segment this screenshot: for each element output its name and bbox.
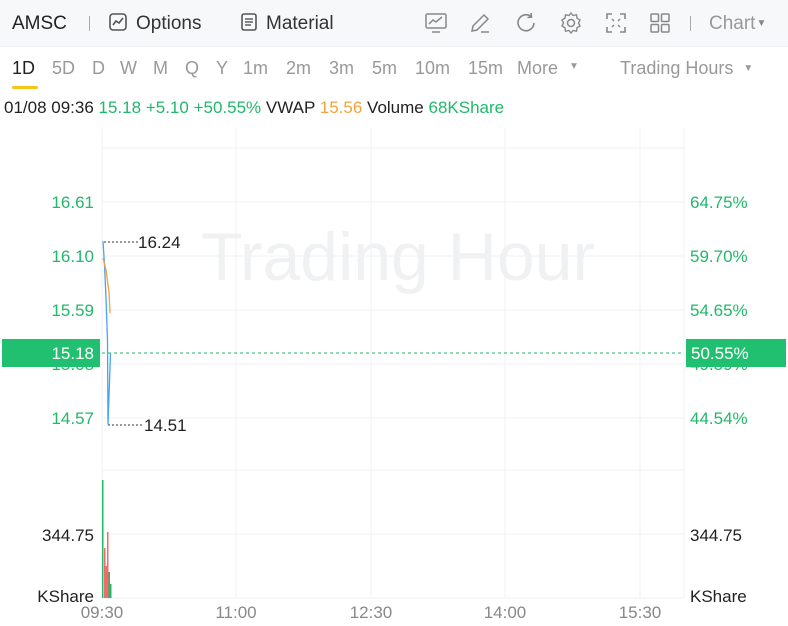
y-left-tick: 14.57: [51, 409, 94, 428]
intraday-chart[interactable]: Trading Hour 16.61 16.10 15.59 15.08 14.…: [0, 0, 788, 626]
volume-bar: [107, 532, 109, 598]
volume-bar: [104, 548, 106, 598]
x-tick: 09:30: [81, 603, 124, 622]
y-left-tick: 16.10: [51, 247, 94, 266]
y-right-tick: 44.54%: [690, 409, 748, 428]
x-tick: 14:00: [484, 603, 527, 622]
volume-bar: [102, 480, 104, 598]
y-right-tick: 64.75%: [690, 193, 748, 212]
y-left-tick: 15.59: [51, 301, 94, 320]
chart-grid: [101, 128, 685, 599]
y-right-tick: 59.70%: [690, 247, 748, 266]
high-label: 16.24: [138, 233, 181, 252]
volume-left-tick: 344.75: [42, 526, 94, 545]
y-right-tick: 54.65%: [690, 301, 748, 320]
volume-bar: [105, 566, 107, 598]
volume-right-tick: 344.75: [690, 526, 742, 545]
current-price-value: 15.18: [51, 344, 94, 363]
x-tick: 15:30: [619, 603, 662, 622]
volume-unit-right: KShare: [690, 587, 747, 606]
volume-bar: [108, 572, 110, 598]
volume-bar: [110, 584, 112, 598]
x-tick: 12:30: [350, 603, 393, 622]
low-label: 14.51: [144, 416, 187, 435]
x-tick: 11:00: [215, 603, 256, 622]
watermark-text: Trading Hour: [201, 219, 595, 295]
volume-bars: [102, 480, 112, 598]
y-left-tick: 16.61: [51, 193, 94, 212]
current-pct-value: 50.55%: [691, 344, 749, 363]
price-series-line: [102, 241, 112, 425]
